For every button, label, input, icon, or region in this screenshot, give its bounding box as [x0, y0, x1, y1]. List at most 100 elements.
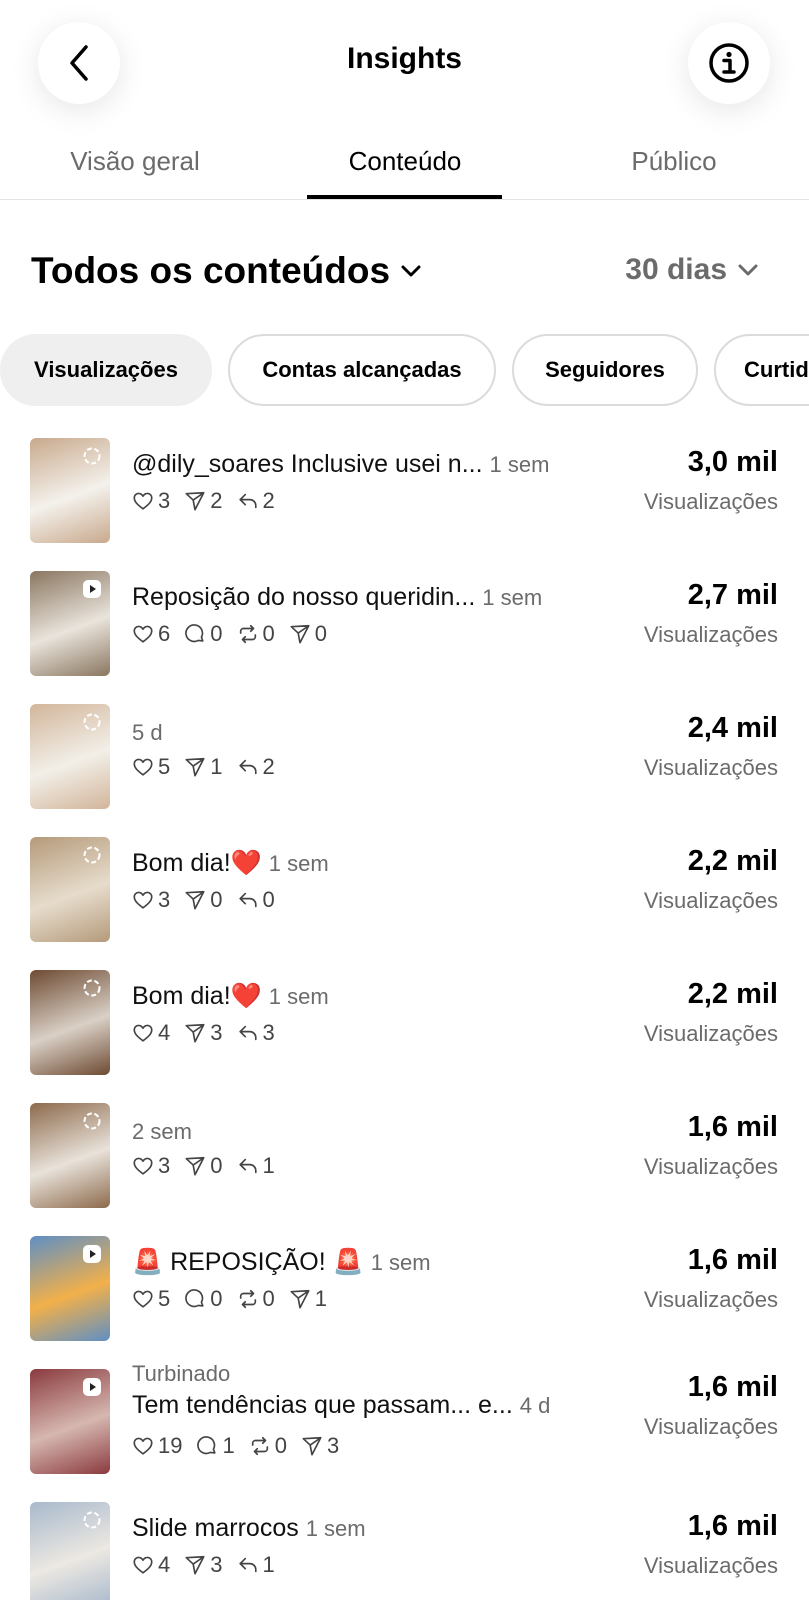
tab-audience[interactable]: Público — [539, 146, 809, 177]
metric-value: 2,2 mil — [687, 978, 778, 1010]
metric-value: 1,6 mil — [687, 1510, 778, 1542]
post-metric: 2,4 mil Visualizações — [644, 712, 778, 781]
post-row[interactable]: Slide marrocos 1 sem 4 3 1 1,6 mil Visualizaç… — [0, 1500, 809, 1600]
post-age: 1 sem — [482, 585, 543, 610]
post-age: 1 sem — [489, 452, 550, 477]
post-thumbnail[interactable] — [30, 571, 110, 676]
stat-comments: 0 — [184, 621, 223, 647]
share-icon — [301, 1435, 323, 1457]
chevron-down-icon — [738, 264, 758, 276]
post-caption: Bom dia!❤️ 1 sem — [132, 849, 329, 878]
post-thumbnail[interactable] — [30, 1103, 110, 1208]
chevron-down-icon — [401, 265, 421, 277]
heart-icon — [132, 1288, 154, 1310]
reply-icon — [237, 490, 259, 512]
post-metric: 1,6 mil Visualizações — [644, 1244, 778, 1313]
active-tab-indicator — [307, 195, 502, 199]
chip-accounts-reached[interactable]: Contas alcançadas — [228, 334, 496, 406]
post-thumbnail[interactable] — [30, 837, 110, 942]
stat-likes: 5 — [132, 1286, 170, 1312]
boosted-label: Turbinado — [132, 1361, 231, 1386]
period-label: 30 dias — [625, 253, 727, 286]
stat-replies: 0 — [237, 887, 275, 913]
stat-reposts-count: 0 — [262, 621, 275, 646]
post-metric: 1,6 mil Visualizações — [644, 1510, 778, 1579]
metric-value: 1,6 mil — [687, 1111, 778, 1143]
chip-views[interactable]: Visualizações — [0, 334, 212, 406]
stat-reposts: 0 — [237, 1286, 275, 1312]
post-thumbnail[interactable] — [30, 970, 110, 1075]
post-thumbnail[interactable] — [30, 438, 110, 543]
reply-icon — [237, 756, 259, 778]
chip-likes[interactable]: Curtid — [714, 334, 809, 406]
chip-followers[interactable]: Seguidores — [512, 334, 698, 406]
carousel-icon — [83, 1112, 101, 1130]
post-caption: 🚨 REPOSIÇÃO! 🚨 1 sem — [132, 1248, 431, 1277]
comment-icon — [184, 1288, 206, 1310]
post-thumbnail[interactable] — [30, 704, 110, 809]
share-icon — [184, 756, 206, 778]
post-thumbnail[interactable] — [30, 1369, 110, 1474]
stat-likes: 5 — [132, 754, 170, 780]
stat-shares: 3 — [301, 1433, 339, 1459]
post-row[interactable]: @dily_soares Inclusive usei n... 1 sem 3 2… — [0, 436, 809, 546]
heart-icon — [132, 623, 154, 645]
stat-shares-count: 0 — [210, 887, 223, 912]
stat-shares: 1 — [289, 1286, 327, 1312]
post-stats: 3 0 0 — [132, 887, 275, 913]
caption-text: Slide marrocos — [132, 1514, 299, 1542]
reply-icon — [237, 889, 259, 911]
caption-text: Reposição do nosso queridin... — [132, 583, 476, 611]
share-icon — [289, 1288, 311, 1310]
carousel-icon — [83, 713, 101, 731]
post-age: 1 sem — [370, 1250, 431, 1275]
carousel-icon — [83, 846, 101, 864]
stat-shares-count: 3 — [210, 1552, 223, 1577]
stat-replies: 3 — [237, 1020, 275, 1046]
post-age: 2 sem — [132, 1119, 192, 1144]
caption-text: @dily_soares Inclusive usei n... — [132, 450, 483, 478]
post-row[interactable]: 2 sem 3 0 1 1,6 mil Visualizações — [0, 1101, 809, 1211]
stat-shares-count: 0 — [314, 621, 327, 646]
metric-label: Visualizações — [643, 489, 778, 514]
post-thumbnail[interactable] — [30, 1236, 110, 1341]
post-row[interactable]: Reposição do nosso queridin... 1 sem 6 0 0 0… — [0, 569, 809, 679]
stat-shares-count: 1 — [210, 754, 223, 779]
stat-shares-count: 3 — [210, 1020, 223, 1045]
post-thumbnail[interactable] — [30, 1502, 110, 1600]
metric-value: 1,6 mil — [687, 1371, 778, 1403]
period-dropdown[interactable]: 30 dias — [625, 253, 759, 287]
info-icon — [709, 43, 749, 83]
heart-icon — [132, 756, 154, 778]
info-button[interactable] — [688, 22, 770, 104]
comment-icon — [196, 1435, 218, 1457]
post-age: 4 d — [519, 1393, 551, 1418]
stat-likes-count: 4 — [158, 1020, 171, 1045]
metric-label: Visualizações — [643, 1154, 778, 1179]
repost-icon — [237, 623, 259, 645]
stat-comments-count: 0 — [210, 621, 223, 646]
stat-shares: 1 — [184, 754, 223, 780]
stat-replies: 2 — [237, 488, 275, 514]
tab-content[interactable]: Conteúdo — [270, 146, 540, 177]
stat-replies-count: 2 — [262, 488, 275, 513]
stat-likes-count: 3 — [158, 1153, 171, 1178]
content-type-dropdown[interactable]: Todos os conteúdos — [31, 250, 422, 292]
post-row[interactable]: 5 d 5 1 2 2,4 mil Visualizações — [0, 702, 809, 812]
stat-comments-count: 0 — [210, 1286, 223, 1311]
post-stats: 4 3 3 — [132, 1020, 275, 1046]
reply-icon — [237, 1155, 259, 1177]
tab-overview[interactable]: Visão geral — [0, 146, 270, 177]
post-stats: 4 3 1 — [132, 1552, 275, 1578]
post-row[interactable]: Turbinado Tem tendências que passam... e.… — [0, 1361, 809, 1477]
stat-likes-count: 6 — [158, 621, 171, 646]
stat-likes-count: 3 — [158, 887, 171, 912]
stat-shares-count: 2 — [210, 488, 223, 513]
post-row[interactable]: 🚨 REPOSIÇÃO! 🚨 1 sem 5 0 0 1 1,6 mil Visualiza… — [0, 1234, 809, 1344]
stat-comments: 1 — [196, 1433, 235, 1459]
heart-icon — [132, 1554, 154, 1576]
stat-shares: 3 — [184, 1552, 223, 1578]
post-row[interactable]: Bom dia!❤️ 1 sem 4 3 3 2,2 mil Visualizações — [0, 968, 809, 1078]
post-row[interactable]: Bom dia!❤️ 1 sem 3 0 0 2,2 mil Visualizações — [0, 835, 809, 945]
metric-label: Visualizações — [643, 1414, 778, 1439]
